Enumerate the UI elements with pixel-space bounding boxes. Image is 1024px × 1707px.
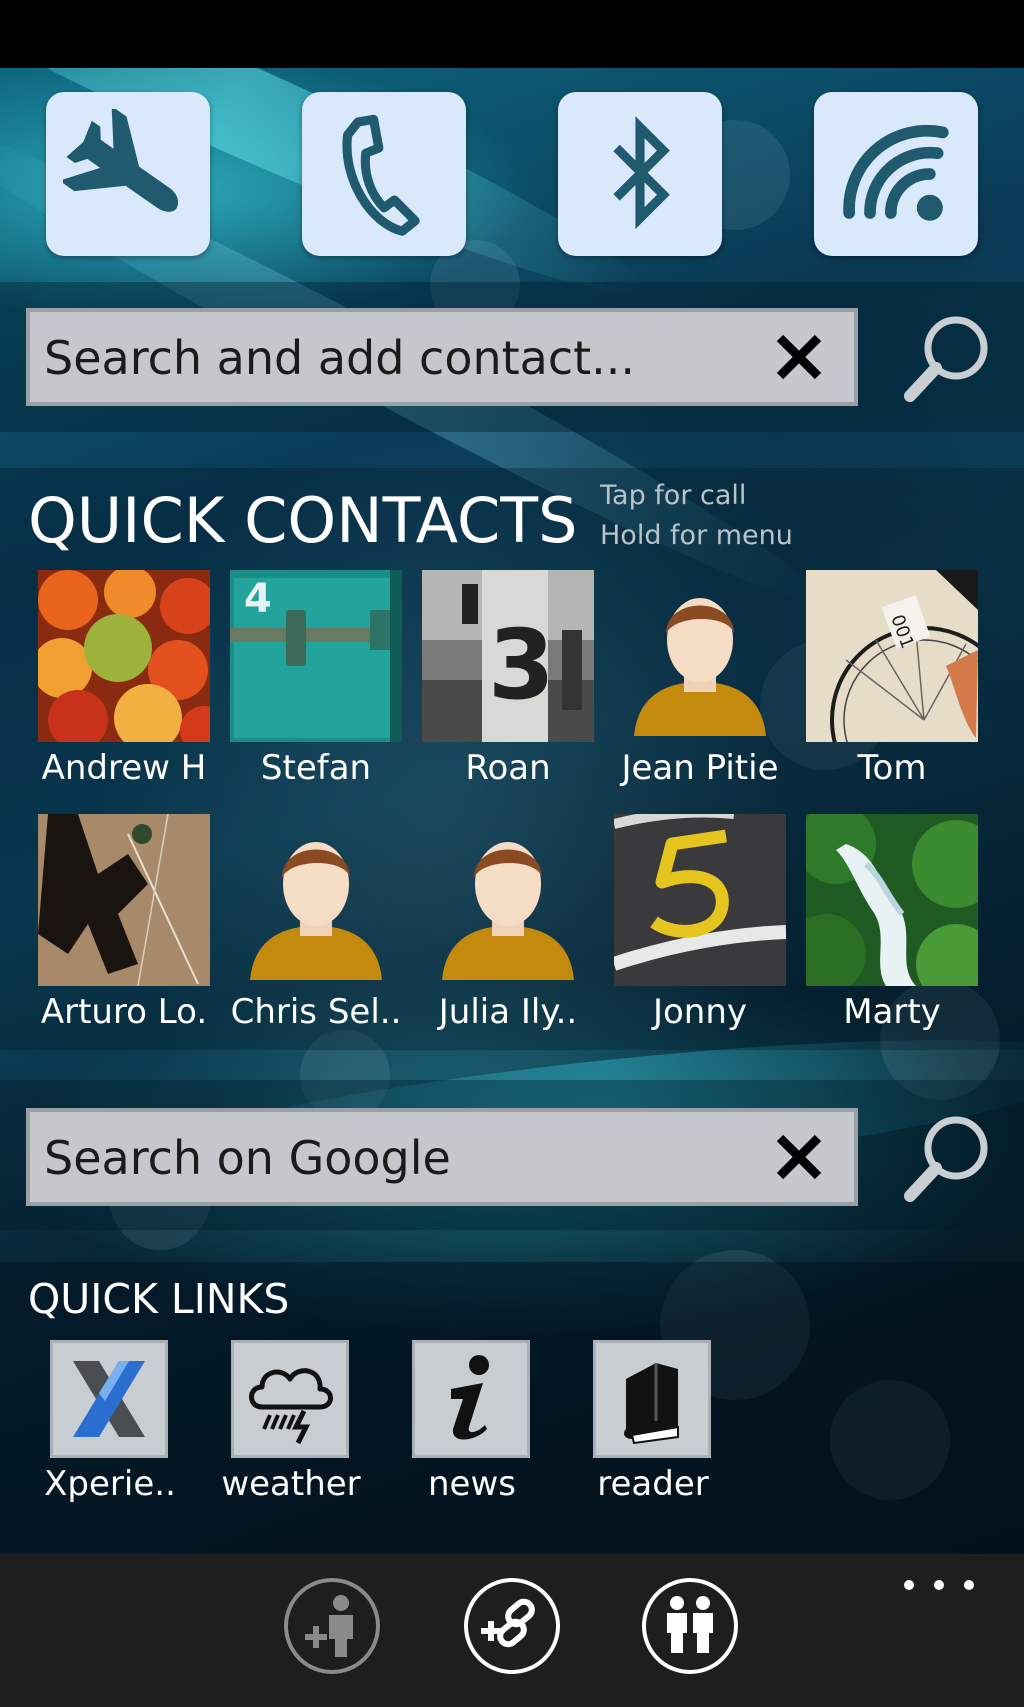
contact-photo-fruit — [38, 570, 210, 742]
contact-tile[interactable]: 4 Stefan — [230, 570, 402, 798]
close-icon — [776, 1134, 822, 1180]
contact-tile[interactable]: Arturo Lo. — [38, 814, 210, 1042]
more-dot — [964, 1580, 974, 1590]
contact-photo-pillar-3: 3 — [422, 570, 594, 742]
more-dot — [934, 1580, 944, 1590]
contact-photo-shadow — [38, 814, 210, 986]
contact-name: Tom — [857, 748, 927, 788]
xperia-icon — [73, 1361, 145, 1437]
quick-link-xperia[interactable]: Xperie.. — [40, 1340, 180, 1520]
contact-name: Andrew H — [41, 748, 207, 788]
phone-toggle[interactable] — [302, 92, 466, 256]
contact-tile[interactable]: Jonny — [614, 814, 786, 1042]
application-bar — [0, 1554, 1024, 1707]
contact-search-field[interactable] — [26, 308, 858, 406]
svg-text:4: 4 — [244, 576, 272, 622]
close-icon — [776, 334, 822, 380]
quick-link-weather[interactable]: weather — [221, 1340, 361, 1520]
quick-links-title: QUICK LINKS — [28, 1275, 290, 1323]
contact-tile[interactable]: 3 Roan — [422, 570, 594, 798]
more-icon[interactable] — [904, 1570, 974, 1600]
svg-text:3: 3 — [488, 609, 555, 721]
contact-name: Arturo Lo. — [40, 992, 208, 1032]
contact-name: Stefan — [260, 748, 372, 788]
contact-name: Julia Ily.. — [438, 992, 578, 1032]
contact-tile[interactable]: 001 Tom — [806, 570, 978, 798]
contact-name: Roan — [465, 748, 551, 788]
contacts-icon — [667, 1596, 713, 1653]
bluetooth-toggle[interactable] — [558, 92, 722, 256]
contact-search-clear-button[interactable] — [768, 326, 830, 388]
contacts-button[interactable] — [642, 1578, 738, 1674]
reader-tile — [593, 1340, 711, 1458]
add-link-icon — [481, 1598, 535, 1648]
quick-link-label: Xperie.. — [44, 1464, 176, 1504]
wifi-toggle[interactable] — [814, 92, 978, 256]
news-tile — [412, 1340, 530, 1458]
google-search-field[interactable] — [26, 1108, 858, 1206]
contact-name: Jonny — [652, 992, 748, 1032]
add-contact-button[interactable] — [284, 1578, 380, 1674]
airplane-icon — [63, 109, 179, 212]
airplane-mode-toggle[interactable] — [46, 92, 210, 256]
quick-contacts-title: QUICK CONTACTS — [28, 484, 578, 557]
contact-photo-waterfall — [806, 814, 978, 986]
contact-photo-asphalt-5 — [614, 814, 786, 986]
quick-link-reader[interactable]: reader — [583, 1340, 723, 1520]
contact-tile[interactable]: Jean Pitie — [614, 570, 786, 798]
quick-link-label: reader — [597, 1464, 709, 1504]
default-avatar — [614, 570, 786, 742]
contact-search-button[interactable] — [896, 306, 1000, 410]
default-avatar — [422, 814, 594, 986]
google-search-input[interactable] — [42, 1112, 766, 1204]
contact-name: Chris Sel.. — [230, 992, 402, 1032]
tap-hint: Tap for call — [600, 480, 747, 511]
hold-hint: Hold for menu — [600, 520, 793, 551]
phone-icon — [342, 114, 420, 236]
contact-tile[interactable]: Marty — [806, 814, 978, 1042]
google-search-button[interactable] — [896, 1106, 1000, 1210]
contact-photo-bicycle: 001 — [806, 570, 978, 742]
bluetooth-icon — [613, 116, 670, 230]
contact-tile[interactable]: Andrew H — [38, 570, 210, 798]
reader-icon — [624, 1363, 679, 1445]
quick-link-news[interactable]: news — [402, 1340, 542, 1520]
news-icon — [451, 1355, 489, 1440]
weather-tile — [231, 1340, 349, 1458]
google-search-clear-button[interactable] — [768, 1126, 830, 1188]
contact-photo-green-door: 4 — [230, 570, 402, 742]
quick-launcher-screen: QUICK CONTACTS Tap for call Hold for men… — [0, 0, 1024, 1707]
search-icon — [904, 316, 988, 402]
xperia-tile — [50, 1340, 168, 1458]
add-link-button[interactable] — [464, 1578, 560, 1674]
wifi-icon — [843, 124, 949, 221]
contact-name: Marty — [843, 992, 941, 1032]
contact-search-input[interactable] — [42, 312, 766, 404]
more-dot — [904, 1580, 914, 1590]
contact-tile[interactable]: Julia Ily.. — [422, 814, 594, 1042]
weather-icon — [249, 1368, 333, 1445]
quick-link-label: news — [428, 1464, 516, 1504]
contact-tile[interactable]: Chris Sel.. — [230, 814, 402, 1042]
status-bar — [0, 0, 1024, 68]
search-icon — [904, 1116, 988, 1202]
add-contact-icon — [305, 1595, 353, 1657]
contact-name: Jean Pitie — [621, 748, 779, 788]
default-avatar — [230, 814, 402, 986]
quick-link-label: weather — [221, 1464, 361, 1504]
